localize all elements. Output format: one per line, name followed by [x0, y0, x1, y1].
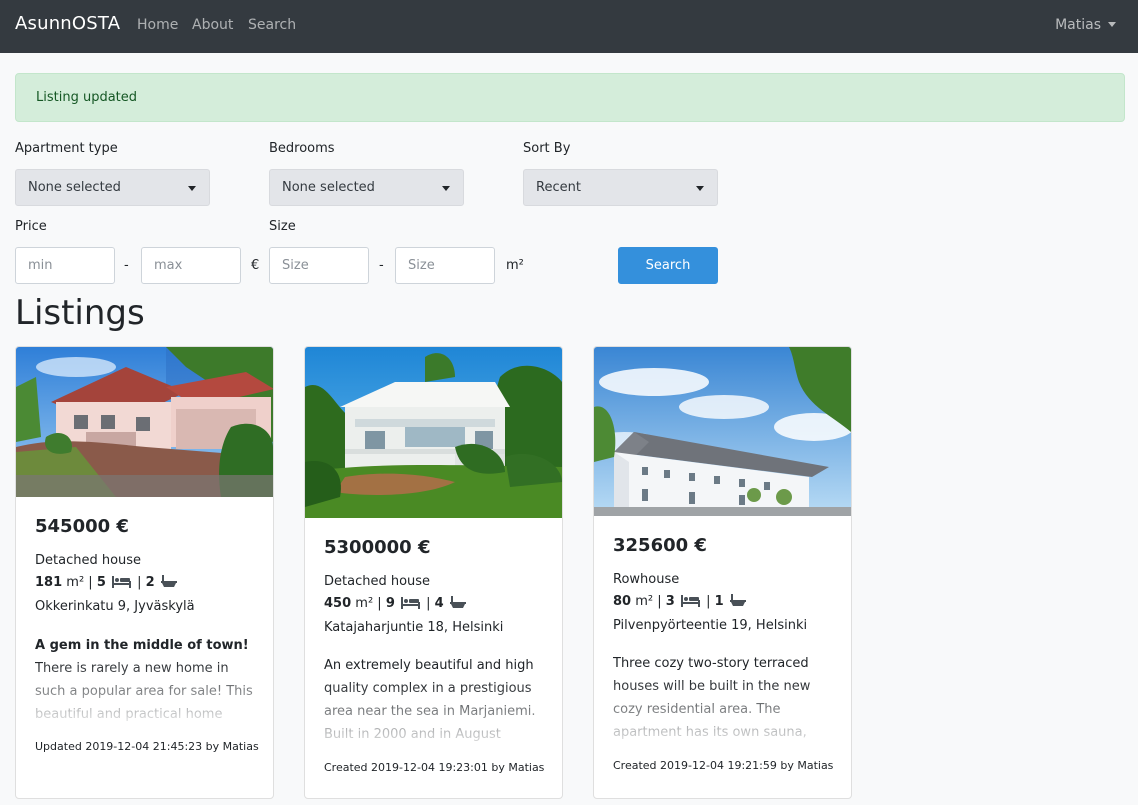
size-separator: - [379, 258, 384, 273]
listing-price: 545000 € [35, 516, 129, 537]
price-max-input[interactable] [141, 247, 241, 284]
user-menu[interactable]: Matias [1055, 17, 1116, 33]
price-min-input[interactable] [15, 247, 115, 284]
area-unit: m² [355, 596, 374, 611]
sort-by-label: Sort By [523, 141, 571, 156]
listing-meta: Created 2019-12-04 19:21:59 by Matias [613, 759, 834, 772]
area-unit: m² [635, 594, 654, 609]
bath-icon [729, 594, 746, 611]
search-button[interactable]: Search [618, 247, 718, 284]
caret-down-icon [188, 186, 196, 191]
bedrooms-select[interactable]: None selected [269, 169, 464, 206]
listing-type: Detached house [35, 553, 142, 568]
listing-description-text: Three cozy two-story terraced houses wil… [613, 656, 811, 740]
listing-stats: 181 m² | 5 | 2 [35, 575, 179, 592]
price-unit: € [251, 258, 260, 273]
sort-by-value: Recent [536, 180, 581, 195]
bed-icon [680, 595, 700, 611]
bedrooms-label: Bedrooms [269, 141, 335, 156]
listing-stats: 450 m² | 9 | 4 [324, 596, 468, 613]
bathrooms-value: 1 [714, 594, 724, 609]
listing-card[interactable]: 5300000 € Detached house 450 m² | 9 | 4 … [304, 346, 563, 799]
nav-link-home[interactable]: Home [137, 17, 178, 33]
listing-address: Okkerinkatu 9, Jyväskylä [35, 599, 195, 614]
navbar: AsunnOSTA Home About Search Matias [0, 0, 1138, 53]
bedrooms-value: 3 [665, 594, 675, 609]
area-value: 450 [324, 596, 352, 611]
listing-photo[interactable] [16, 347, 273, 497]
listing-price: 325600 € [613, 535, 707, 556]
bathrooms-value: 4 [434, 596, 444, 611]
apartment-type-label: Apartment type [15, 141, 118, 156]
apartment-type-value: None selected [28, 180, 121, 195]
caret-down-icon [1108, 22, 1116, 27]
success-alert: Listing updated [15, 73, 1125, 122]
listing-description-text: There is rarely a new home in such a pop… [35, 661, 253, 721]
bedrooms-value: 5 [96, 575, 106, 590]
listing-description-text: An extremely beautiful and high quality … [324, 658, 536, 742]
listing-type: Rowhouse [613, 572, 680, 587]
listing-description: An extremely beautiful and high quality … [324, 654, 548, 744]
listing-type: Detached house [324, 574, 431, 589]
listing-price: 5300000 € [324, 537, 431, 558]
bath-icon [449, 596, 466, 613]
caret-down-icon [696, 186, 704, 191]
listing-address: Katajaharjuntie 18, Helsinki [324, 620, 504, 635]
listing-card[interactable]: 325600 € Rowhouse 80 m² | 3 | 1 Pilvenpy… [593, 346, 852, 799]
listing-description-title: A gem in the middle of town! [35, 638, 249, 653]
listing-photo[interactable] [305, 347, 562, 518]
size-label: Size [269, 219, 296, 234]
area-unit: m² [66, 575, 85, 590]
listing-meta: Updated 2019-12-04 21:45:23 by Matias [35, 740, 259, 753]
listing-description: A gem in the middle of town! There is ra… [35, 634, 259, 721]
size-min-input[interactable] [269, 247, 369, 284]
bedrooms-value: 9 [385, 596, 395, 611]
listing-description: Three cozy two-story terraced houses wil… [613, 652, 837, 742]
bed-icon [112, 576, 131, 592]
listing-photo[interactable] [594, 347, 851, 516]
area-value: 80 [613, 594, 632, 609]
caret-down-icon [442, 186, 450, 191]
listing-address: Pilvenpyörteentie 19, Helsinki [613, 618, 808, 633]
bath-icon [160, 575, 177, 592]
size-unit: m² [506, 258, 524, 273]
user-name: Matias [1055, 17, 1101, 33]
price-separator: - [124, 258, 129, 273]
listing-meta: Created 2019-12-04 19:23:01 by Matias [324, 761, 545, 774]
size-max-input[interactable] [395, 247, 495, 284]
area-value: 181 [35, 575, 63, 590]
bedrooms-value: None selected [282, 180, 375, 195]
price-label: Price [15, 219, 47, 234]
listing-stats: 80 m² | 3 | 1 [613, 594, 748, 611]
listings-heading: Listings [15, 293, 145, 333]
listing-card[interactable]: 545000 € Detached house 181 m² | 5 | 2 O… [15, 346, 274, 799]
brand-logo[interactable]: AsunnOSTA [15, 13, 120, 34]
nav-link-search[interactable]: Search [248, 17, 296, 33]
apartment-type-select[interactable]: None selected [15, 169, 210, 206]
sort-by-select[interactable]: Recent [523, 169, 718, 206]
bathrooms-value: 2 [145, 575, 155, 590]
nav-link-about[interactable]: About [192, 17, 233, 33]
bed-icon [401, 597, 420, 613]
